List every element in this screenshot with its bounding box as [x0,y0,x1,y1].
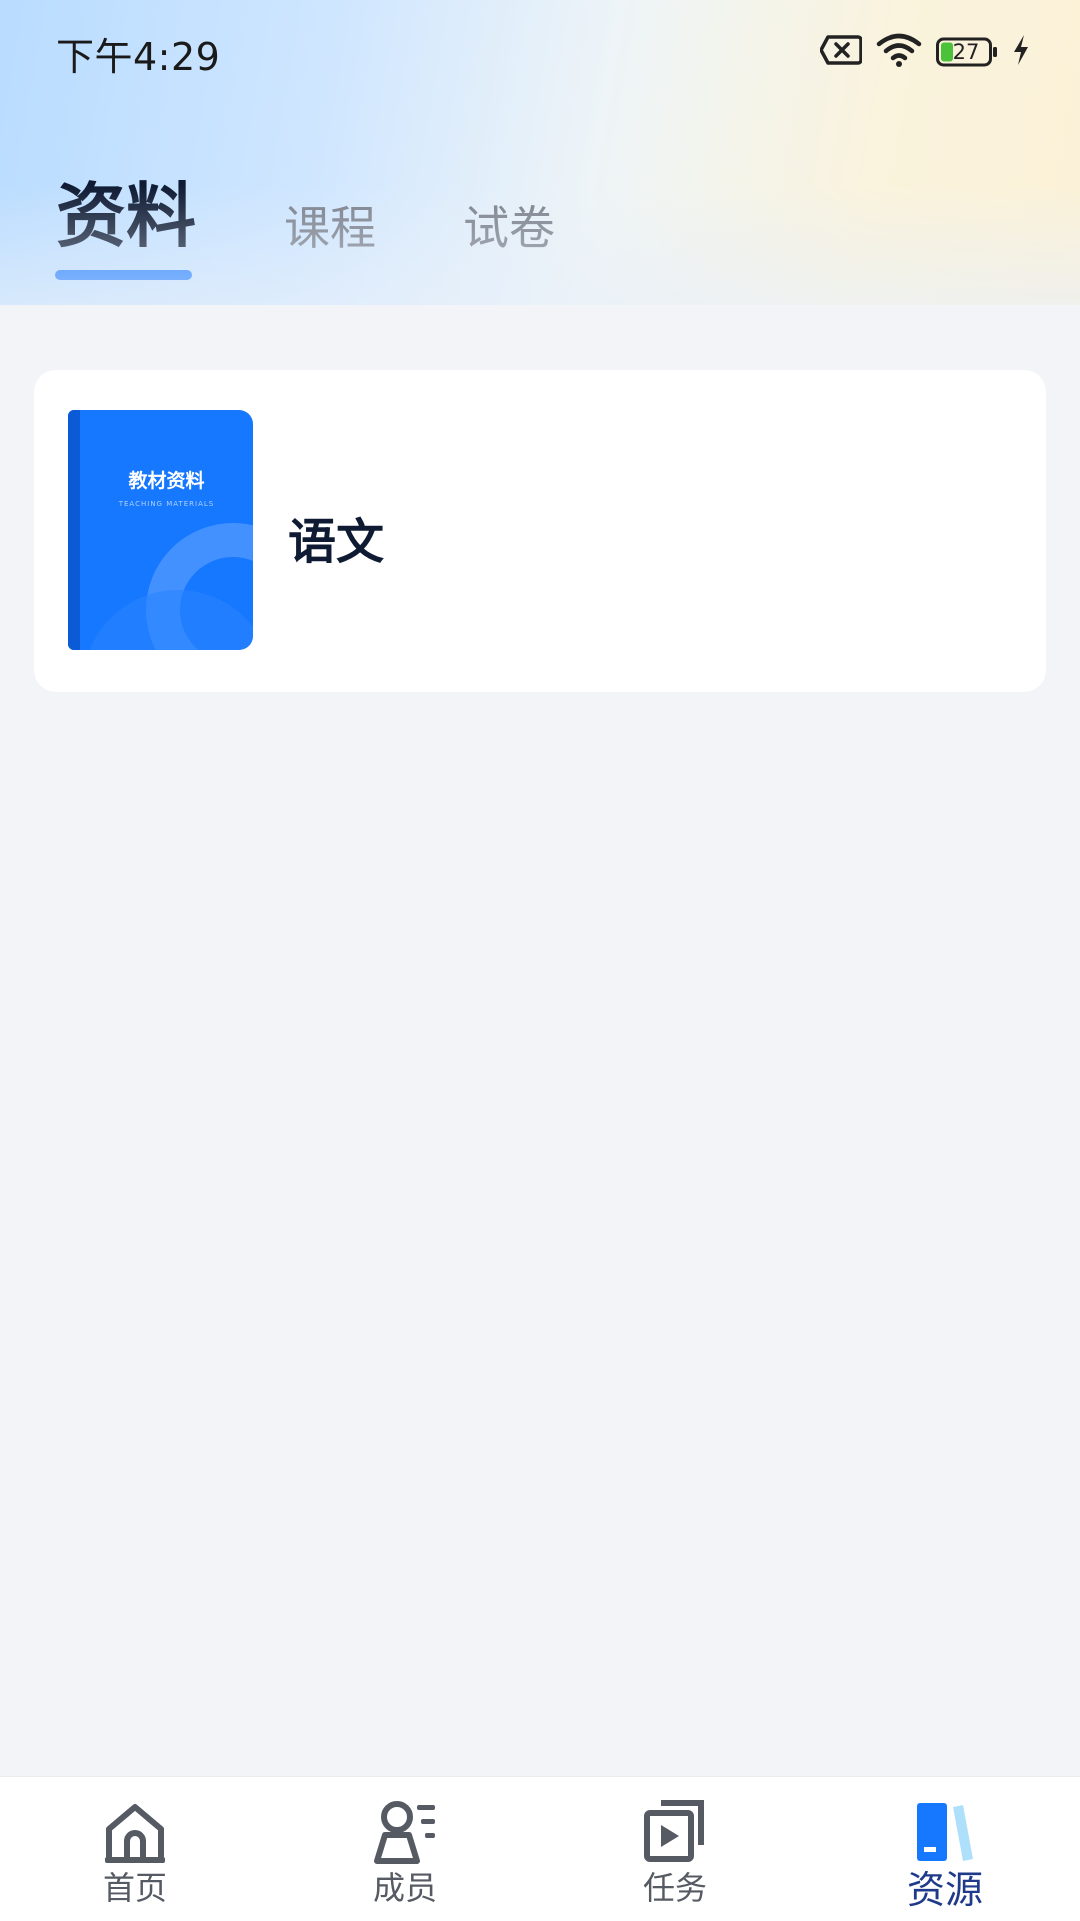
tab-exams[interactable]: 试卷 [463,192,555,258]
status-icons: 27 [819,32,1030,72]
charging-icon [1012,34,1030,70]
nav-label-home: 首页 [102,1869,167,1907]
header-background: 下午4:29 27 资料 课程 试卷 [0,0,1080,305]
bottom-navigation: 首页 成员 任务 资源 [0,1776,1080,1921]
members-icon [369,1795,441,1867]
book-cover-subtitle: TEACHING MATERIALS [118,500,215,508]
battery-icon: 27 [936,37,998,67]
nav-item-home[interactable]: 首页 [0,1777,270,1921]
wifi-icon [876,32,922,72]
status-time: 下午4:29 [56,35,221,79]
resource-card[interactable]: 教材资料 TEACHING MATERIALS 语文 [34,370,1046,692]
battery-level: 27 [952,40,980,64]
book-cover-decoration [89,523,253,650]
tab-materials[interactable]: 资料 [56,160,196,261]
nav-label-tasks: 任务 [642,1869,707,1907]
sim-error-icon [819,34,863,70]
resources-icon [909,1795,981,1867]
task-icon [639,1795,711,1867]
nav-label-resources: 资源 [906,1868,983,1912]
book-cover-title: 教材资料 [128,470,205,492]
nav-item-tasks[interactable]: 任务 [540,1777,810,1921]
tab-bar: 资料 课程 试卷 [0,170,1080,290]
nav-item-resources[interactable]: 资源 [810,1777,1080,1921]
status-bar: 下午4:29 27 [0,0,1080,104]
nav-label-members: 成员 [372,1869,437,1907]
resource-title: 语文 [288,514,385,570]
tab-courses[interactable]: 课程 [284,192,376,258]
home-icon [99,1795,171,1867]
nav-item-members[interactable]: 成员 [270,1777,540,1921]
active-tab-indicator [55,270,192,280]
book-cover: 教材资料 TEACHING MATERIALS [68,410,253,650]
